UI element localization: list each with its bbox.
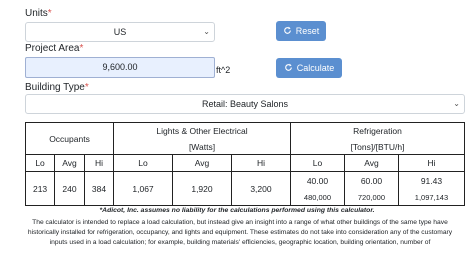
building-type-select[interactable]: Retail: Beauty Salons ⌄ [25, 94, 465, 114]
building-type-label: Building Type* [25, 82, 89, 93]
units-label-text: Units [25, 8, 48, 19]
refrig-btu-lo: 480,000 [289, 189, 345, 206]
building-type-label-text: Building Type [25, 82, 85, 93]
col-label: Avg [172, 154, 232, 172]
reset-button-label: Reset [295, 26, 320, 36]
lights-avg: 1,920 [172, 171, 232, 206]
refrigeration-unit: [Tons]/[BTU/h] [289, 139, 466, 155]
chevron-down-icon: ⌄ [203, 27, 210, 36]
occupants-hi: 384 [83, 171, 115, 206]
building-type-value: Retail: Beauty Salons [201, 99, 289, 109]
units-required-mark: * [47, 8, 52, 19]
lights-lo: 1,067 [113, 171, 173, 206]
refrig-tons-hi: 91.43 [397, 171, 466, 190]
refrig-tons-avg: 60.00 [343, 171, 399, 190]
project-area-value: 9,600.00 [102, 62, 138, 72]
refrig-tons-lo: 40.00 [289, 171, 345, 190]
refrig-btu-hi: 1,097,143 [397, 189, 466, 206]
project-area-label: Project Area* [25, 43, 83, 54]
units-select-value: US [113, 27, 127, 37]
col-label: Lo [289, 154, 345, 172]
liability-disclaimer: *Adicot, Inc. assumes no liability for t… [99, 207, 375, 214]
lights-header: Lights & Other Electrical [113, 122, 291, 140]
lights-hi: 3,200 [230, 171, 291, 206]
col-label: Lo [24, 154, 56, 172]
col-label: Hi [397, 154, 466, 172]
units-select[interactable]: US ⌄ [25, 22, 215, 42]
col-label: Lo [113, 154, 173, 172]
occupants-lo: 213 [24, 171, 56, 206]
occupants-avg: 240 [54, 171, 85, 206]
project-area-unit: ft^2 [216, 65, 231, 75]
project-area-required-mark: * [79, 43, 84, 54]
refrig-btu-avg: 720,000 [343, 189, 399, 206]
lights-unit: [Watts] [113, 139, 291, 155]
project-area-input[interactable]: 9,600.00 [25, 57, 215, 78]
col-label: Hi [83, 154, 115, 172]
building-type-required-mark: * [84, 82, 89, 93]
calculate-button[interactable]: Calculate [276, 58, 342, 78]
col-label: Hi [230, 154, 291, 172]
project-area-label-text: Project Area [25, 43, 80, 54]
col-label: Avg [54, 154, 85, 172]
refrigeration-header: Refrigeration [289, 122, 466, 140]
calculator-disclaimer: The calculator is intended to replace a … [27, 219, 453, 246]
occupants-header: Occupants [24, 122, 115, 155]
chevron-down-icon: ⌄ [453, 99, 460, 108]
units-label: Units* [25, 8, 52, 19]
refresh-icon [284, 63, 293, 74]
col-label: Avg [343, 154, 399, 172]
calculate-button-label: Calculate [296, 63, 335, 73]
refresh-icon [283, 26, 292, 37]
reset-button[interactable]: Reset [276, 21, 326, 41]
results-table: Occupants Lights & Other Electrical Refr… [24, 122, 466, 206]
